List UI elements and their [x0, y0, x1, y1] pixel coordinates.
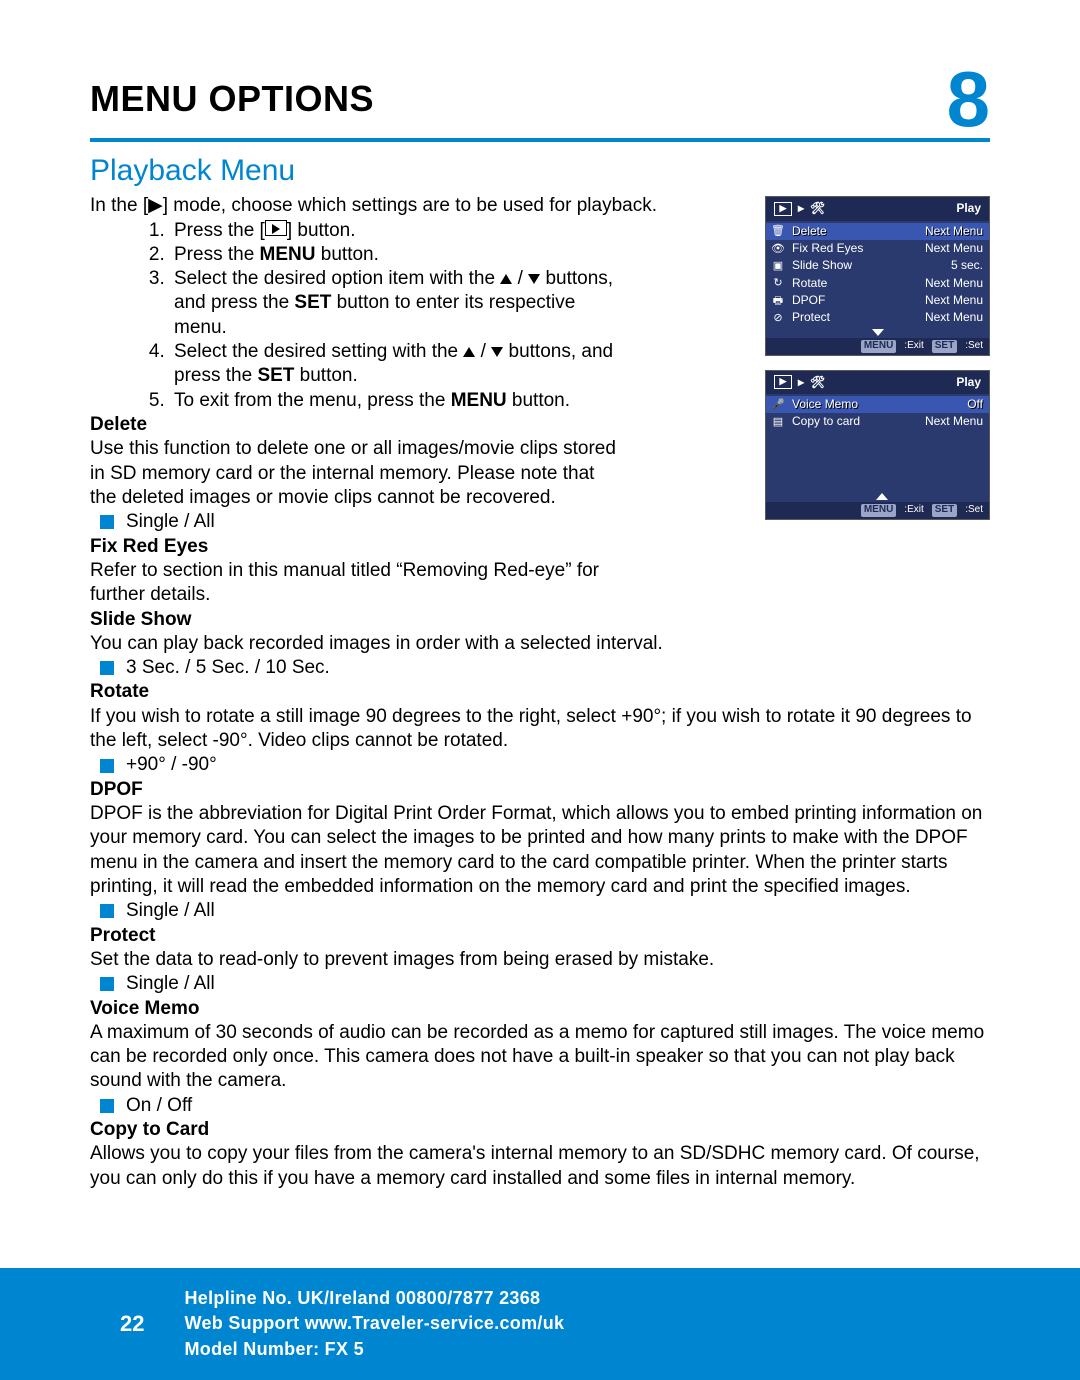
slide-heading: Slide Show — [90, 608, 990, 632]
slide-option: 3 Sec. / 5 Sec. / 10 Sec. — [126, 656, 330, 680]
triangle-down-icon — [528, 274, 540, 284]
voice-option: On / Off — [126, 1094, 192, 1118]
page-footer: 22 Helpline No. UK/Ireland 00800/7877 23… — [0, 1268, 1080, 1380]
wrench-icon: 🛠 — [810, 201, 825, 216]
voice-body: A maximum of 30 seconds of audio can be … — [90, 1021, 990, 1094]
footer-helpline: Helpline No. UK/Ireland 00800/7877 2368 — [184, 1286, 564, 1311]
rotate-option: +90° / -90° — [126, 753, 217, 777]
footer-web: Web Support www.Traveler-service.com/uk — [184, 1311, 564, 1336]
play-mode-icon: ▶ — [774, 202, 792, 216]
lcd1-title: Play — [956, 201, 981, 216]
eye-icon: 👁 — [770, 242, 786, 256]
delete-heading: Delete — [90, 413, 625, 437]
play-mode-icon: ▶ — [774, 375, 792, 389]
chevron-up-icon — [876, 493, 888, 500]
protect-heading: Protect — [90, 924, 990, 948]
page-number: 22 — [120, 1311, 144, 1337]
card-icon: ▤ — [770, 415, 786, 429]
lock-icon: ⊘ — [770, 311, 786, 325]
dpof-body: DPOF is the abbreviation for Digital Pri… — [90, 802, 990, 899]
wrench-icon: 🛠 — [810, 375, 825, 390]
page-title: MENU OPTIONS — [90, 78, 374, 120]
divider — [90, 138, 990, 142]
triangle-down-icon — [491, 347, 503, 357]
delete-option: Single / All — [126, 510, 215, 534]
square-bullet-icon — [100, 759, 114, 773]
fix-body: Refer to section in this manual titled “… — [90, 559, 625, 608]
protect-option: Single / All — [126, 972, 215, 996]
chevron-right-icon: ▸ — [798, 201, 804, 216]
voice-heading: Voice Memo — [90, 997, 990, 1021]
rotate-icon: ↻ — [770, 276, 786, 290]
square-bullet-icon — [100, 515, 114, 529]
triangle-up-icon — [463, 347, 475, 357]
protect-body: Set the data to read-only to prevent ima… — [90, 948, 990, 972]
step-4: Select the desired setting with the / bu… — [170, 340, 625, 389]
rotate-heading: Rotate — [90, 680, 990, 704]
footer-model: Model Number: FX 5 — [184, 1337, 564, 1362]
square-bullet-icon — [100, 977, 114, 991]
square-bullet-icon — [100, 661, 114, 675]
square-bullet-icon — [100, 1099, 114, 1113]
section-heading: Playback Menu — [90, 154, 990, 188]
trash-icon: 🗑 — [770, 224, 786, 238]
chapter-number: 8 — [947, 64, 990, 134]
step-2: Press the MENU button. — [170, 243, 625, 267]
print-icon: 🖶 — [770, 294, 786, 308]
step-1: Press the [] button. — [170, 219, 625, 243]
chevron-right-icon: ▸ — [798, 375, 804, 390]
lcd-screenshot-1: ▶ ▸ 🛠 Play 🗑DeleteNext Menu 👁Fix Red Eye… — [765, 196, 990, 355]
dpof-option: Single / All — [126, 899, 215, 923]
lcd-screenshot-2: ▶ ▸ 🛠 Play 🎤Voice MemoOff ▤Copy to cardN… — [765, 370, 990, 520]
slide-body: You can play back recorded images in ord… — [90, 632, 990, 656]
copy-body: Allows you to copy your files from the c… — [90, 1142, 990, 1191]
dpof-heading: DPOF — [90, 778, 990, 802]
step-3: Select the desired option item with the … — [170, 267, 625, 340]
triangle-up-icon — [500, 274, 512, 284]
rotate-body: If you wish to rotate a still image 90 d… — [90, 705, 990, 754]
step-5: To exit from the menu, press the MENU bu… — [170, 389, 625, 413]
mic-icon: 🎤 — [770, 398, 786, 412]
lcd2-title: Play — [956, 375, 981, 390]
copy-heading: Copy to Card — [90, 1118, 990, 1142]
square-bullet-icon — [100, 904, 114, 918]
fix-heading: Fix Red Eyes — [90, 535, 625, 559]
chevron-down-icon — [872, 329, 884, 336]
slideshow-icon: ▣ — [770, 259, 786, 273]
play-button-icon — [265, 220, 287, 236]
steps-list: Press the [] button. Press the MENU butt… — [170, 219, 625, 414]
delete-body: Use this function to delete one or all i… — [90, 437, 625, 510]
